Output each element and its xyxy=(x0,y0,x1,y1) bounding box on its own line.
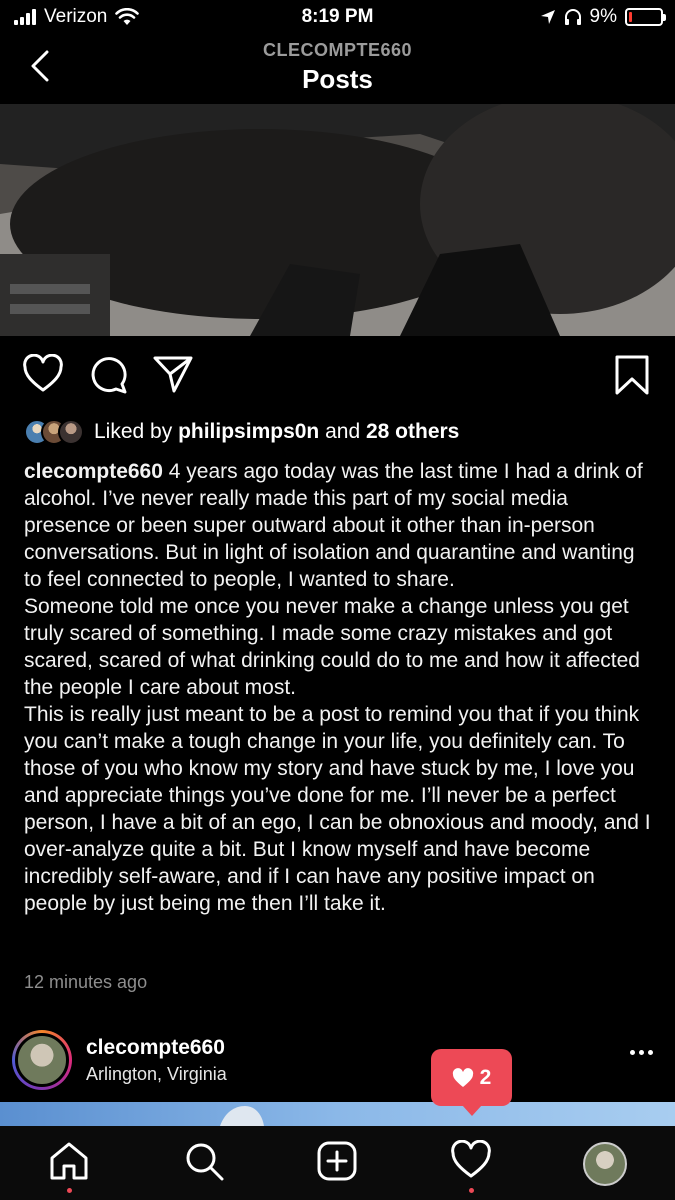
caption-paragraph: Someone told me once you never make a ch… xyxy=(24,595,640,699)
tab-search[interactable] xyxy=(183,1140,225,1187)
photo-content xyxy=(0,104,675,336)
tab-home[interactable] xyxy=(48,1140,90,1187)
liker-username[interactable]: philipsimps0n xyxy=(178,420,319,444)
liker-avatars xyxy=(24,419,84,445)
header-username: CLECOMPTE660 xyxy=(262,40,413,60)
share-icon xyxy=(153,356,193,393)
likes-summary[interactable]: Liked by philipsimps0n and 28 others xyxy=(24,418,459,446)
home-indicator-dot xyxy=(67,1188,72,1193)
photo-content xyxy=(220,1106,264,1126)
search-icon xyxy=(186,1143,224,1181)
avatar[interactable] xyxy=(12,1030,72,1090)
likes-prefix: Liked by xyxy=(94,420,173,443)
page-header: CLECOMPTE660 Posts xyxy=(0,34,675,104)
more-options-button[interactable] xyxy=(630,1050,653,1055)
share-button[interactable] xyxy=(152,354,194,399)
heart-icon xyxy=(23,353,63,392)
next-post-username[interactable]: clecompte660 xyxy=(86,1036,225,1060)
next-post-photo[interactable] xyxy=(0,1102,675,1126)
post-actions xyxy=(0,350,675,402)
likes-connector: and xyxy=(325,420,361,443)
activity-notification-badge[interactable]: 2 xyxy=(431,1049,512,1116)
profile-avatar xyxy=(583,1142,627,1186)
tab-profile[interactable] xyxy=(583,1142,627,1186)
avatar xyxy=(58,419,84,445)
activity-heart-icon xyxy=(451,1139,491,1178)
tab-new-post[interactable] xyxy=(316,1140,358,1187)
battery-percent: 9% xyxy=(589,6,617,27)
post-timestamp: 12 minutes ago xyxy=(24,972,148,992)
battery-icon xyxy=(625,8,666,26)
notification-count: 2 xyxy=(479,1065,492,1089)
bookmark-icon xyxy=(615,355,649,395)
like-button[interactable] xyxy=(22,353,64,399)
location-arrow-icon xyxy=(540,10,555,24)
next-post-header: clecompte660 Arlington, Virginia xyxy=(0,1024,675,1100)
tab-activity[interactable] xyxy=(450,1139,492,1185)
post-photo[interactable] xyxy=(0,104,675,336)
home-icon xyxy=(50,1142,88,1180)
bottom-tab-bar xyxy=(0,1126,675,1200)
status-right: 9% xyxy=(540,6,666,28)
activity-indicator-dot xyxy=(469,1188,474,1193)
post-caption: clecompte660 4 years ago today was the l… xyxy=(24,458,656,917)
new-post-icon xyxy=(317,1141,357,1181)
heart-icon xyxy=(452,1067,473,1087)
next-post-location[interactable]: Arlington, Virginia xyxy=(86,1064,227,1085)
caption-paragraph: clecompte660 4 years ago today was the l… xyxy=(24,458,656,593)
headphones-icon xyxy=(564,9,581,25)
save-button[interactable] xyxy=(614,354,650,401)
comment-icon xyxy=(91,357,127,394)
status-bar: Verizon 8:19 PM 9% xyxy=(0,0,675,34)
comment-button[interactable] xyxy=(88,354,128,399)
page-title: Posts xyxy=(302,64,373,94)
caption-paragraph: This is really just meant to be a post t… xyxy=(24,703,651,915)
caption-username[interactable]: clecompte660 xyxy=(24,460,163,483)
more-dots-icon xyxy=(630,1050,635,1055)
likes-others[interactable]: 28 others xyxy=(366,420,459,444)
